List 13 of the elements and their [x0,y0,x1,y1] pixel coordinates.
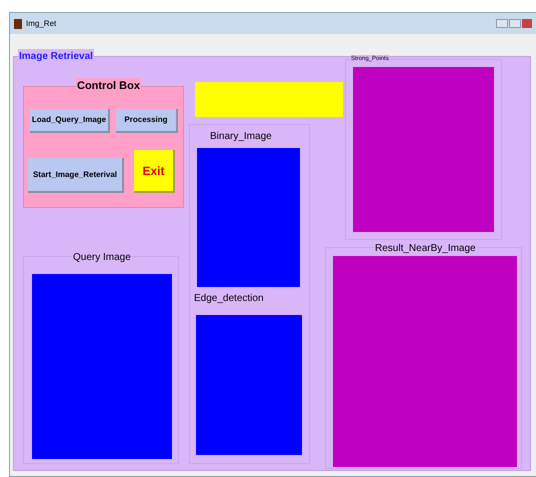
edge-detection-title: Edge_detection [194,292,264,306]
result-title: Result_NearBy_Image [374,241,477,256]
query-image-title: Query Image [72,250,132,265]
action-button[interactable]: Start_Image_Reterival [28,158,124,193]
window-title: Img_Ret [26,18,56,30]
header-label: Image Retrieval [18,49,94,64]
action-button[interactable]: Load_Query_Image [30,109,110,133]
binary-image-title: Binary_Image [210,130,272,144]
action-button[interactable]: Processing [116,109,178,133]
minimize-icon[interactable] [496,19,508,28]
maximize-icon[interactable] [509,19,521,28]
exit-button[interactable]: Exit [134,150,175,193]
app-icon [14,18,22,28]
